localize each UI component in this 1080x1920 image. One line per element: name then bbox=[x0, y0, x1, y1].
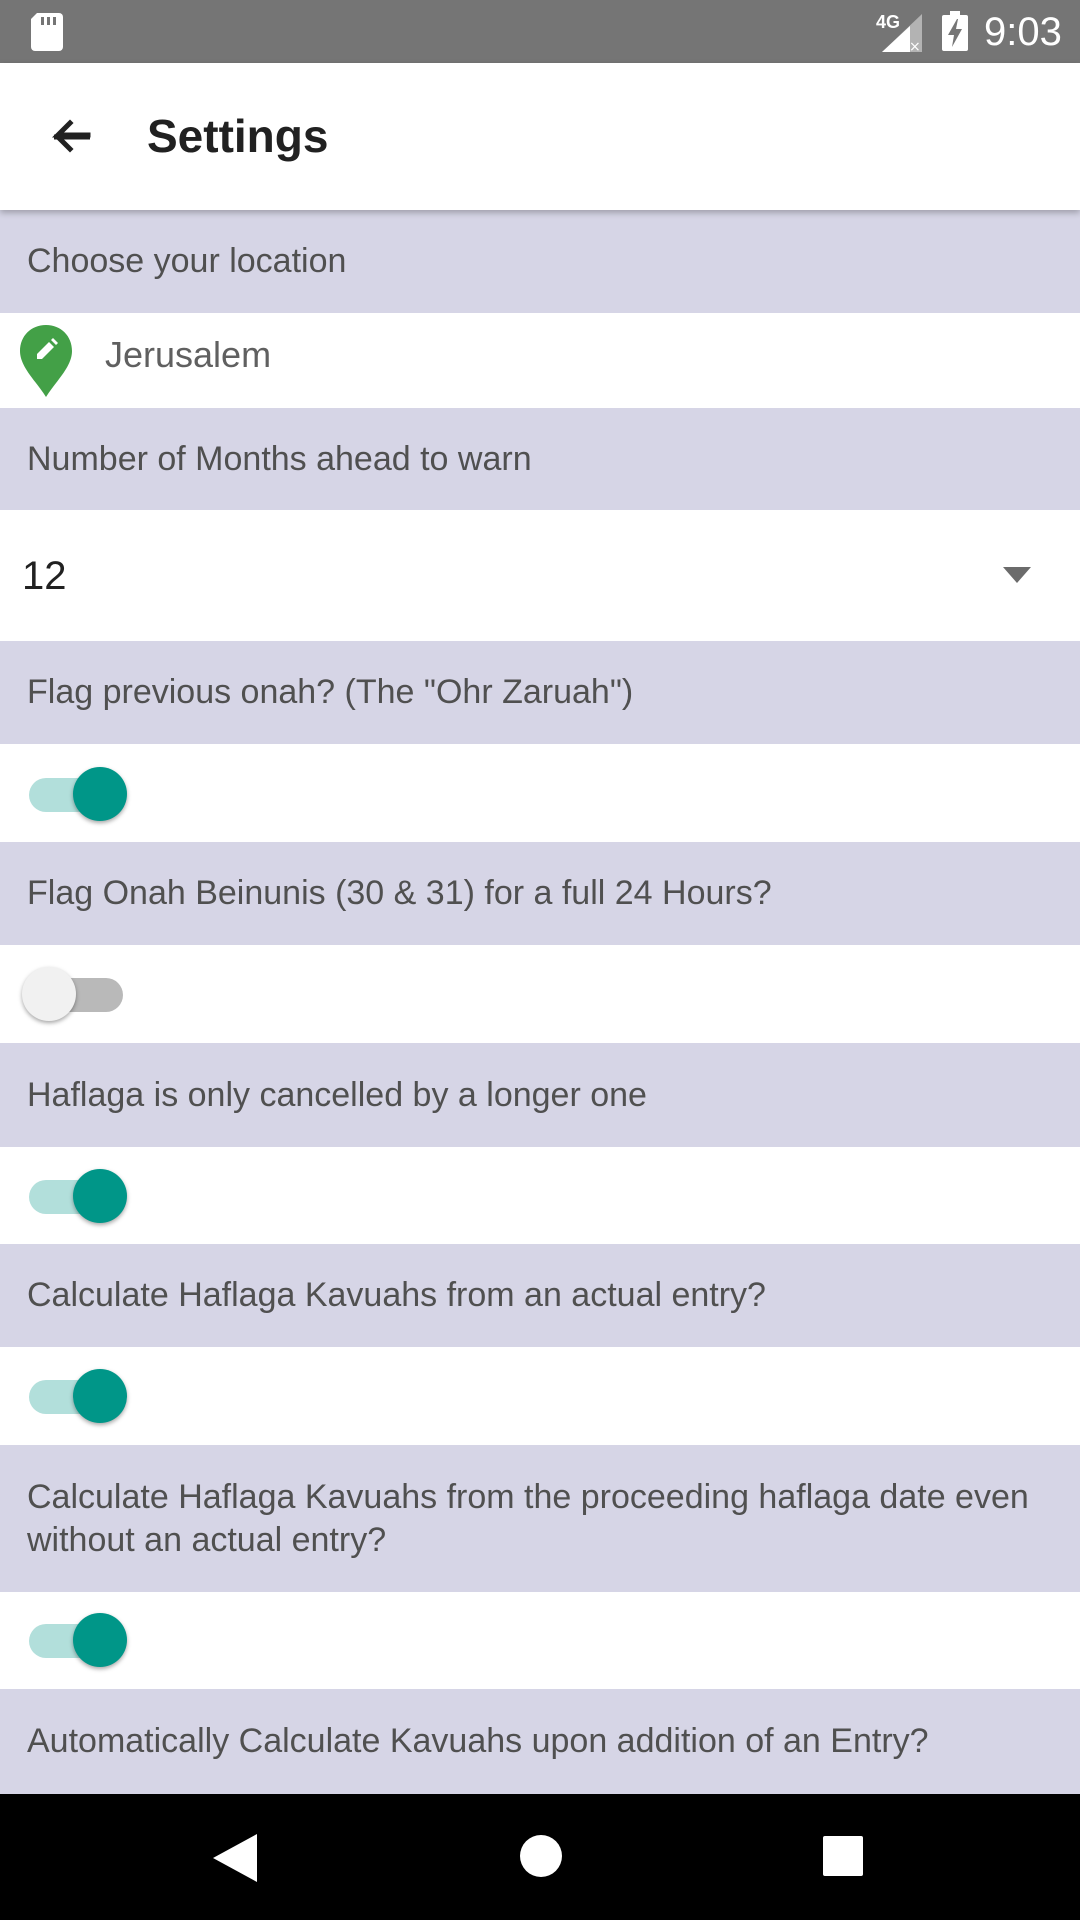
sd-card-icon bbox=[31, 13, 63, 51]
ohr-zaruah-row bbox=[0, 744, 1080, 842]
haflaga-proceeding-row bbox=[0, 1592, 1080, 1689]
months-ahead-header: Number of Months ahead to warn bbox=[0, 408, 1080, 510]
page-title: Settings bbox=[147, 110, 329, 162]
haflaga-actual-entry-switch[interactable] bbox=[26, 1366, 127, 1426]
back-button[interactable] bbox=[40, 107, 100, 167]
nav-home-icon[interactable] bbox=[519, 1834, 563, 1878]
location-row[interactable]: Jerusalem bbox=[0, 313, 1080, 408]
location-value: Jerusalem bbox=[105, 334, 272, 375]
haflaga-cancel-switch[interactable] bbox=[26, 1166, 127, 1226]
dropdown-arrow-icon bbox=[1003, 567, 1031, 583]
ohr-zaruah-switch[interactable] bbox=[26, 764, 127, 824]
settings-list: Choose your location Jerusalem Number of… bbox=[0, 210, 1080, 1794]
months-ahead-value: 12 bbox=[22, 554, 67, 598]
location-pin-edit-icon bbox=[20, 325, 72, 397]
arrow-back-icon bbox=[51, 119, 91, 153]
haflaga-cancel-row bbox=[0, 1147, 1080, 1244]
navigation-bar bbox=[0, 1794, 1080, 1920]
haflaga-proceeding-switch[interactable] bbox=[26, 1610, 127, 1670]
haflaga-actual-entry-header: Calculate Haflaga Kavuahs from an actual… bbox=[0, 1244, 1080, 1347]
months-ahead-picker[interactable]: 12 bbox=[0, 510, 1080, 641]
auto-kavuahs-header: Automatically Calculate Kavuahs upon add… bbox=[0, 1689, 1080, 1794]
app-bar: Settings bbox=[0, 63, 1080, 210]
haflaga-actual-entry-row bbox=[0, 1347, 1080, 1445]
status-bar: 4G × 9:03 bbox=[0, 0, 1080, 63]
onah-beinunis-header: Flag Onah Beinunis (30 & 31) for a full … bbox=[0, 842, 1080, 945]
nav-recents-icon[interactable] bbox=[823, 1836, 863, 1876]
onah-beinunis-switch[interactable] bbox=[22, 964, 126, 1024]
haflaga-proceeding-header: Calculate Haflaga Kavuahs from the proce… bbox=[0, 1445, 1080, 1592]
onah-beinunis-row bbox=[0, 945, 1080, 1043]
ohr-zaruah-header: Flag previous onah? (The "Ohr Zaruah") bbox=[0, 641, 1080, 744]
svg-text:×: × bbox=[909, 39, 921, 52]
nav-back-icon[interactable] bbox=[213, 1834, 257, 1882]
haflaga-cancel-header: Haflaga is only cancelled by a longer on… bbox=[0, 1043, 1080, 1147]
signal-icon: × bbox=[882, 14, 922, 52]
location-header: Choose your location bbox=[0, 210, 1080, 313]
battery-charging-icon bbox=[942, 11, 968, 51]
clock: 9:03 bbox=[984, 10, 1062, 54]
